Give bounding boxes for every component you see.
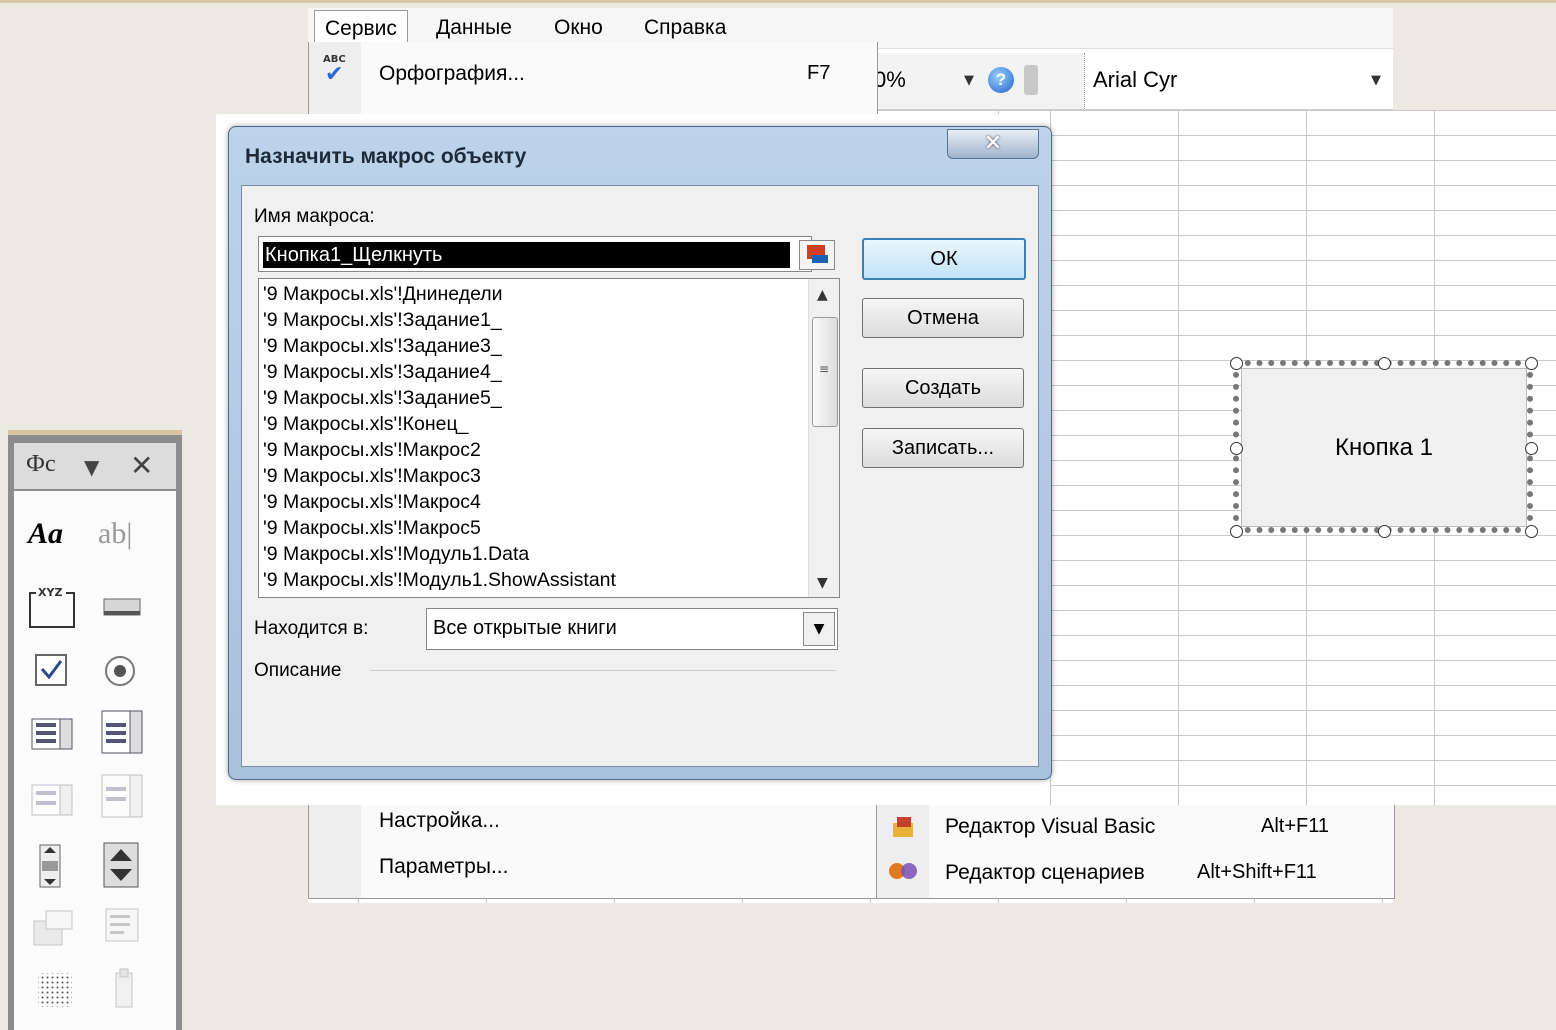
ok-button[interactable]: ОК <box>862 238 1026 280</box>
location-label: Находится в: <box>254 618 369 639</box>
edit-code-icon <box>102 905 152 955</box>
list-item[interactable]: '9 Макросы.xls'!Модуль1.ShowAssistant <box>263 569 616 592</box>
toolbar-options-icon[interactable] <box>1024 65 1038 95</box>
toggle-grid-icon[interactable] <box>36 971 86 1021</box>
zoom-dropdown-icon[interactable]: ▼ <box>964 73 974 88</box>
list-item[interactable]: '9 Макросы.xls'!Модуль1.Data <box>263 543 529 566</box>
service-menu: ABC ✔ Орфография... F7 <box>308 42 878 123</box>
close-button[interactable]: × <box>947 129 1039 159</box>
macro-submenu: Редактор Visual Basic Alt+F11 Редактор с… <box>876 805 1395 899</box>
menu-item-script-editor[interactable]: Редактор сценариев <box>945 861 1145 885</box>
chevron-down-icon[interactable]: ▼ <box>803 612 835 646</box>
button-icon[interactable] <box>102 591 152 641</box>
macro-name-label: Имя макроса: <box>254 206 375 227</box>
edit-box-icon[interactable]: ab| <box>98 517 148 567</box>
resize-handle[interactable] <box>1230 442 1243 455</box>
combo-dropdown-edit-icon <box>100 773 150 823</box>
scroll-up-icon[interactable]: ▲ <box>817 287 828 303</box>
location-select[interactable]: Все открытые книги ▼ <box>426 608 838 650</box>
cancel-button[interactable]: Отмена <box>862 298 1024 338</box>
font-name: Arial Cyr <box>1093 67 1178 92</box>
list-item[interactable]: '9 Макросы.xls'!Макрос3 <box>263 465 481 488</box>
option-button-icon[interactable] <box>100 651 150 701</box>
formatting-toolbar: 0% ▼ ? Arial Cyr ▼ <box>874 53 1393 110</box>
list-item[interactable]: '9 Макросы.xls'!Днинедели <box>263 283 503 306</box>
vb-editor-shortcut: Alt+F11 <box>1261 815 1329 837</box>
scroll-down-icon[interactable]: ▼ <box>817 575 828 591</box>
group-box-icon[interactable]: XYZ <box>28 583 78 633</box>
macro-list[interactable]: '9 Макросы.xls'!Днинедели '9 Макросы.xls… <box>258 278 840 598</box>
list-item[interactable]: '9 Макросы.xls'!Задание5_ <box>263 387 502 410</box>
font-dropdown-icon[interactable]: ▼ <box>1371 73 1381 88</box>
list-item[interactable]: '9 Макросы.xls'!Задание3_ <box>263 335 502 358</box>
macro-name-field[interactable]: Кнопка1_Щелкнуть <box>258 236 835 272</box>
svg-text:XYZ: XYZ <box>38 586 62 599</box>
record-button[interactable]: Записать... <box>862 428 1024 468</box>
list-item[interactable]: '9 Макросы.xls'!Макрос4 <box>263 491 481 514</box>
ref-edit-icon[interactable] <box>799 240 835 270</box>
font-name-box[interactable]: Arial Cyr ▼ <box>1084 53 1393 109</box>
resize-handle[interactable] <box>1525 442 1538 455</box>
script-editor-shortcut: Alt+Shift+F11 <box>1197 861 1317 883</box>
spelling-shortcut: F7 <box>807 62 831 84</box>
description-divider <box>370 670 836 671</box>
scroll-bar-icon[interactable] <box>36 843 86 893</box>
top-border <box>0 0 1556 3</box>
menu-item-customize[interactable]: Настройка... <box>379 809 500 833</box>
help-icon[interactable]: ? <box>988 67 1014 93</box>
forms-toolbar-icons: Aa ab| XYZ <box>14 491 176 1030</box>
spinner-icon[interactable] <box>102 841 152 891</box>
dialog-body: Имя макроса: Кнопка1_Щелкнуть '9 Макросы… <box>241 185 1039 767</box>
resize-handle[interactable] <box>1525 357 1538 370</box>
combo-list-edit-icon <box>30 779 80 829</box>
menu-item-options[interactable]: Параметры... <box>379 855 508 879</box>
close-icon[interactable]: ✕ <box>130 449 153 482</box>
control-properties-icon <box>30 907 80 957</box>
dialog-title: Назначить макрос объекту <box>245 145 527 168</box>
menu-help[interactable]: Справка <box>644 16 726 40</box>
list-item[interactable]: '9 Макросы.xls'!Конец_ <box>263 413 469 436</box>
menu-icon-strip <box>309 805 361 898</box>
zoom-value[interactable]: 0% <box>874 67 906 93</box>
list-item[interactable]: '9 Макросы.xls'!Задание1_ <box>263 309 502 332</box>
toolbar-options-dropdown-icon[interactable]: ▼ <box>84 455 99 479</box>
menu-window[interactable]: Окно <box>554 16 603 40</box>
combo-box-icon[interactable] <box>100 709 150 759</box>
forms-toolbar: Фс ▼ ✕ Aa ab| XYZ <box>8 435 182 1030</box>
macro-name-value: Кнопка1_Щелкнуть <box>263 242 790 268</box>
sheet-button-control[interactable]: Кнопка 1 <box>1230 357 1538 538</box>
list-item[interactable]: '9 Макросы.xls'!Задание4_ <box>263 361 502 384</box>
label-icon[interactable]: Aa <box>28 517 78 567</box>
description-label: Описание <box>254 660 342 681</box>
spelling-icon: ABC ✔ <box>323 54 346 87</box>
resize-handle[interactable] <box>1525 525 1538 538</box>
menu-data[interactable]: Данные <box>436 16 512 40</box>
location-value: Все открытые книги <box>433 617 617 639</box>
service-menu-bottom: Настройка... Параметры... <box>308 805 878 899</box>
resize-handle[interactable] <box>1230 357 1243 370</box>
sheet-button-label[interactable]: Кнопка 1 <box>1241 368 1527 527</box>
list-item[interactable]: '9 Макросы.xls'!Макрос5 <box>263 517 481 540</box>
scroll-thumb[interactable]: ≡ <box>812 317 838 427</box>
list-item[interactable]: '9 Макросы.xls'!Макрос2 <box>263 439 481 462</box>
create-button[interactable]: Создать <box>862 368 1024 408</box>
list-scrollbar[interactable]: ▲ ≡ ▼ <box>808 279 839 597</box>
resize-handle[interactable] <box>1378 357 1391 370</box>
vb-editor-icon <box>893 817 913 837</box>
forms-toolbar-header[interactable]: Фс ▼ ✕ <box>14 443 176 489</box>
run-dialog-icon <box>110 967 160 1017</box>
resize-handle[interactable] <box>1230 525 1243 538</box>
checkbox-icon[interactable] <box>32 651 82 701</box>
forms-toolbar-title: Фс <box>26 451 56 477</box>
resize-handle[interactable] <box>1378 525 1391 538</box>
list-box-icon[interactable] <box>30 713 80 763</box>
assign-macro-dialog: Назначить макрос объекту × Имя макроса: … <box>228 126 1052 780</box>
menu-item-vb-editor[interactable]: Редактор Visual Basic <box>945 815 1155 839</box>
script-editor-icon <box>889 863 917 879</box>
menu-item-spelling[interactable]: Орфография... <box>379 62 525 86</box>
